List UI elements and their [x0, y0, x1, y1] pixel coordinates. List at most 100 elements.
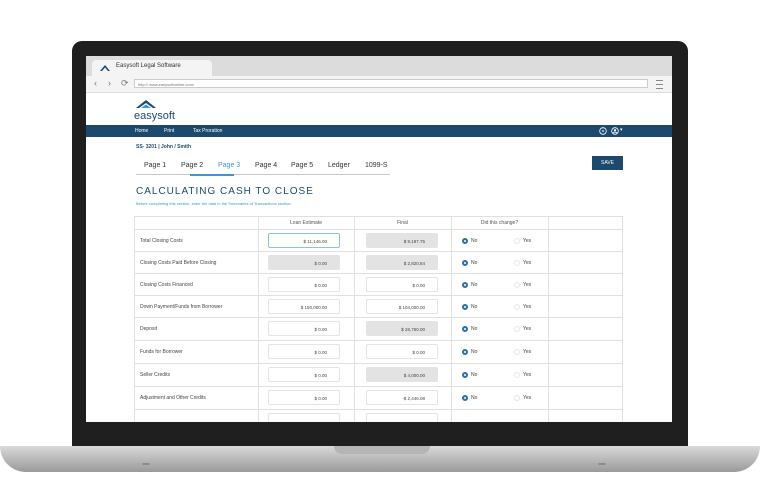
- radio-label-yes: Yes: [523, 349, 532, 355]
- browser-menu-icon[interactable]: [656, 80, 663, 89]
- changed-yes-radio[interactable]: [514, 238, 520, 244]
- final-closing-costs-financed-input[interactable]: $ 0.00: [366, 277, 438, 292]
- estimate-seller-credits-input[interactable]: $ 0.00: [268, 367, 340, 382]
- table-divider: [134, 386, 623, 387]
- table-divider: [134, 295, 623, 296]
- header-final: Final: [397, 220, 408, 226]
- tab-page-3[interactable]: Page 3: [218, 162, 240, 169]
- browser-tabstrip: Easysoft Legal Software: [86, 56, 672, 76]
- radio-label-yes: Yes: [523, 238, 532, 244]
- changed-no-radio[interactable]: [462, 238, 468, 244]
- final-seller-credits: $ 4,000.00: [366, 367, 438, 382]
- table-divider: [548, 216, 549, 422]
- table-divider: [134, 229, 623, 230]
- changed-no-radio[interactable]: [462, 349, 468, 355]
- forward-icon[interactable]: ›: [108, 78, 111, 88]
- changed-yes-radio[interactable]: [514, 395, 520, 401]
- header-did-this-change: Did this change?: [480, 220, 519, 226]
- table-divider: [134, 363, 623, 364]
- estimate-down-payment-input[interactable]: $ 150,000.00: [268, 299, 340, 314]
- radio-label-no: No: [471, 304, 478, 310]
- user-menu-chevron-icon[interactable]: ▾: [620, 127, 623, 133]
- changed-no-radio[interactable]: [462, 372, 468, 378]
- tab-page-4[interactable]: Page 4: [255, 162, 277, 169]
- final-next-row-input[interactable]: [366, 413, 438, 422]
- final-funds-for-borrower-input[interactable]: $ 0.00: [366, 344, 438, 359]
- estimate-deposit-input[interactable]: $ 0.00: [268, 321, 340, 336]
- user-icon[interactable]: [611, 127, 619, 135]
- final-adjustment-input[interactable]: -$ 2,446.08: [366, 390, 438, 405]
- section-subtitle: Before completing this section, enter th…: [136, 201, 292, 206]
- radio-label-no: No: [471, 326, 478, 332]
- radio-label-no: No: [471, 238, 478, 244]
- easysoft-logo: easysoft: [134, 100, 175, 122]
- tab-1099-s[interactable]: 1099-S: [365, 162, 388, 169]
- table-divider: [451, 216, 452, 422]
- tab-page-5[interactable]: Page 5: [291, 162, 313, 169]
- tab-page-2[interactable]: Page 2: [181, 162, 203, 169]
- changed-yes-radio[interactable]: [514, 304, 520, 310]
- changed-no-radio[interactable]: [462, 282, 468, 288]
- save-button[interactable]: SAVE: [592, 156, 623, 170]
- help-icon[interactable]: [599, 127, 607, 135]
- tab-page-1[interactable]: Page 1: [144, 162, 166, 169]
- row-label-closing-costs-financed: Closing Costs Financed: [140, 282, 193, 288]
- changed-yes-radio[interactable]: [514, 326, 520, 332]
- radio-label-no: No: [471, 395, 478, 401]
- radio-label-no: No: [471, 260, 478, 266]
- final-closing-costs-paid-before-closing: $ 2,820.84: [366, 255, 438, 270]
- section-title: CALCULATING CASH TO CLOSE: [136, 186, 314, 197]
- case-identifier: SS- 3201 | John / Smith: [136, 144, 192, 150]
- reload-icon[interactable]: ⟳: [121, 78, 129, 88]
- active-tab-indicator: [190, 174, 234, 176]
- estimate-closing-costs-financed-input[interactable]: $ 0.00: [268, 277, 340, 292]
- table-divider: [354, 216, 355, 422]
- browser-tab[interactable]: Easysoft Legal Software: [92, 60, 212, 76]
- estimate-funds-for-borrower-input[interactable]: $ 0.00: [268, 344, 340, 359]
- nav-tax-proration[interactable]: Tax Proration: [193, 128, 222, 134]
- table-divider: [134, 273, 623, 274]
- changed-no-radio[interactable]: [462, 395, 468, 401]
- changed-yes-radio[interactable]: [514, 282, 520, 288]
- screen: Easysoft Legal Software ‹ › ⟳ http:// ww…: [86, 56, 672, 422]
- final-down-payment-input[interactable]: $ 104,000.00: [366, 299, 438, 314]
- radio-label-yes: Yes: [523, 395, 532, 401]
- radio-label-no: No: [471, 372, 478, 378]
- row-label-closing-costs-paid-before-closing: Closing Costs Paid Before Closing: [140, 260, 217, 266]
- table-border: [134, 216, 623, 217]
- app-navbar: Home Print Tax Proration ▾: [86, 125, 672, 137]
- back-icon[interactable]: ‹: [94, 78, 97, 88]
- browser-tab-title: Easysoft Legal Software: [116, 63, 181, 69]
- nav-print[interactable]: Print: [164, 128, 174, 134]
- svg-text:easysoft: easysoft: [134, 110, 175, 122]
- tab-ledger[interactable]: Ledger: [328, 162, 350, 169]
- table-divider: [134, 251, 623, 252]
- estimate-total-closing-costs-input[interactable]: $ 11,146.00: [268, 233, 340, 248]
- radio-label-yes: Yes: [523, 282, 532, 288]
- table-divider: [134, 317, 623, 318]
- changed-no-radio[interactable]: [462, 260, 468, 266]
- radio-label-no: No: [471, 349, 478, 355]
- radio-label-yes: Yes: [523, 372, 532, 378]
- address-bar: ‹ › ⟳ http:// www.easysoftonline.com/: [86, 76, 672, 93]
- radio-label-yes: Yes: [523, 260, 532, 266]
- table-border: [134, 216, 135, 422]
- easysoft-tab-icon: [100, 65, 110, 71]
- table-divider: [134, 340, 623, 341]
- row-label-total-closing-costs: Total Closing Costs: [140, 238, 183, 244]
- url-input[interactable]: http:// www.easysoftonline.com/: [134, 79, 648, 88]
- changed-yes-radio[interactable]: [514, 349, 520, 355]
- table-divider: [134, 409, 623, 410]
- changed-yes-radio[interactable]: [514, 260, 520, 266]
- estimate-next-row-input[interactable]: [268, 413, 340, 422]
- table-divider: [258, 216, 259, 422]
- final-deposit: $ 26,750.00: [366, 321, 438, 336]
- nav-home[interactable]: Home: [135, 128, 148, 134]
- row-label-funds-for-borrower: Funds for Borrower: [140, 349, 183, 355]
- radio-label-no: No: [471, 282, 478, 288]
- changed-no-radio[interactable]: [462, 326, 468, 332]
- changed-no-radio[interactable]: [462, 304, 468, 310]
- changed-yes-radio[interactable]: [514, 372, 520, 378]
- row-label-down-payment: Down Payment/Funds from Borrower: [140, 304, 223, 310]
- estimate-adjustment-input[interactable]: $ 0.00: [268, 390, 340, 405]
